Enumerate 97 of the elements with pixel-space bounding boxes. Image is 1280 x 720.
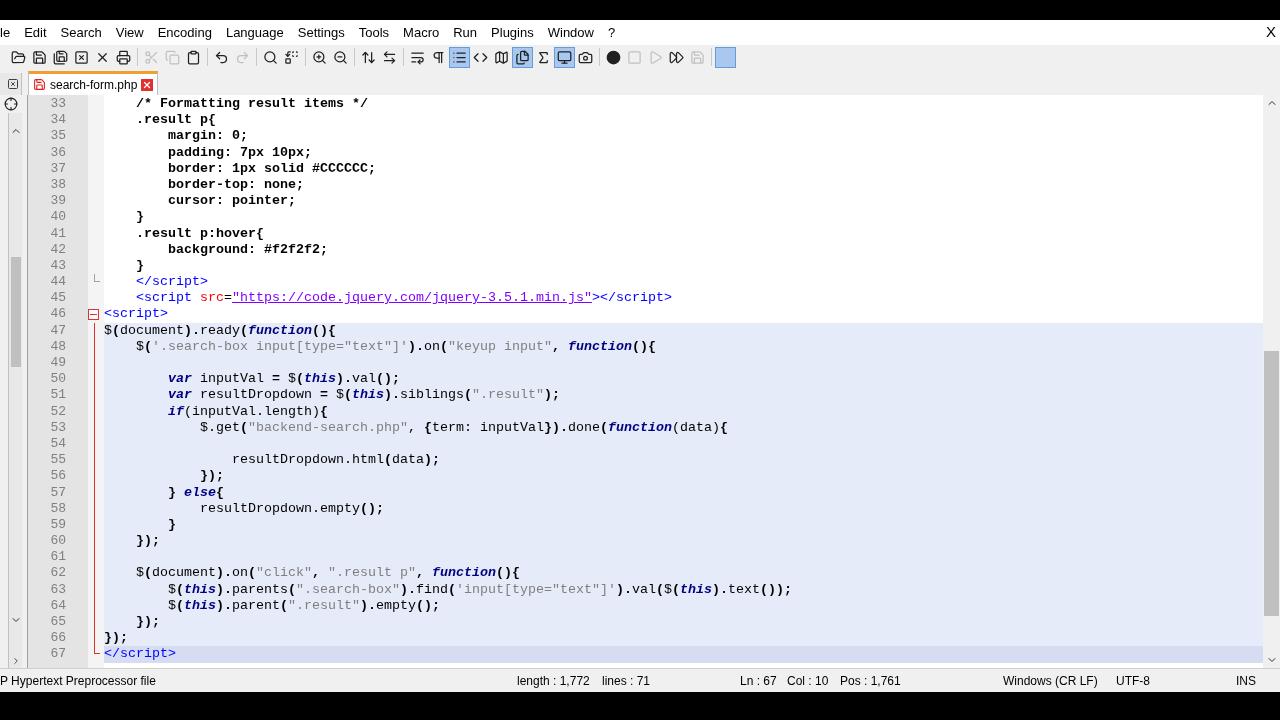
line-number: 45 — [50, 290, 66, 306]
line-number: 57 — [50, 484, 66, 500]
documents-icon — [515, 49, 530, 65]
search-icon — [263, 49, 278, 65]
line-number: 64 — [50, 597, 66, 613]
stop-icon — [627, 49, 642, 65]
line-number: 39 — [50, 193, 66, 209]
line-number: 65 — [50, 614, 66, 629]
toolbar-button[interactable] — [512, 46, 533, 68]
copy-icon — [165, 49, 180, 65]
save-all-icon — [53, 49, 68, 65]
line-number: 58 — [50, 500, 66, 516]
printer-icon — [116, 49, 131, 65]
menu-item[interactable]: Edit — [24, 22, 47, 43]
line-number: 43 — [50, 257, 66, 273]
save-macro-icon — [690, 49, 705, 65]
menu-item[interactable]: Run — [453, 22, 478, 43]
encoding-label: UTF-8 — [1116, 672, 1151, 690]
menu-item[interactable]: Settings — [297, 22, 345, 43]
record-icon — [606, 49, 621, 65]
file-type-label: P Hypertext Preprocessor file — [0, 672, 157, 690]
line-number: 67 — [50, 646, 66, 662]
line-number: 33 — [50, 96, 66, 111]
line-number: 56 — [50, 468, 66, 484]
line-number: 50 — [50, 371, 66, 387]
menu-item[interactable]: le — [0, 22, 11, 43]
menu-item[interactable]: View — [115, 22, 144, 43]
toolbar-button[interactable] — [554, 46, 575, 68]
folder-icon — [11, 49, 26, 65]
line-number: 35 — [50, 128, 66, 144]
menu-item[interactable]: Encoding — [157, 22, 212, 43]
locate-icon — [4, 97, 18, 111]
vertical-sync-icon — [361, 49, 376, 65]
tab-close-button[interactable] — [141, 78, 154, 91]
column-label: Col : 10 — [787, 672, 830, 690]
length-label: length : 1,772 — [517, 672, 591, 690]
line-number: 49 — [50, 355, 66, 370]
menu-item[interactable]: Macro — [403, 22, 440, 43]
pilcrow-icon — [431, 49, 446, 65]
menu-item[interactable]: Search — [60, 22, 102, 43]
redo-icon — [235, 49, 250, 65]
line-number: 44 — [50, 274, 66, 290]
line-number: 66 — [50, 630, 66, 646]
line-ending-label: Windows (CR LF) — [1003, 672, 1099, 690]
camera-icon — [578, 49, 593, 65]
save-icon — [32, 49, 47, 65]
line-number: 40 — [50, 209, 66, 225]
line-number: 53 — [50, 419, 66, 435]
line-number: 55 — [50, 452, 66, 468]
menu-item[interactable]: Window — [547, 22, 594, 43]
scrollbar-thumb[interactable] — [1264, 351, 1279, 616]
line-number: 48 — [50, 338, 66, 354]
scissors-icon — [144, 49, 159, 65]
line-number: 36 — [50, 144, 66, 160]
play-icon — [648, 49, 663, 65]
menu-item[interactable]: ? — [607, 22, 616, 43]
line-number: 62 — [50, 565, 66, 581]
menu-item[interactable]: Tools — [358, 22, 390, 43]
zoom-out-icon — [333, 49, 348, 65]
line-number: 37 — [50, 160, 66, 176]
position-label: Pos : 1,761 — [840, 672, 902, 690]
line-label: Ln : 67 — [740, 672, 778, 690]
menu-item[interactable]: Plugins — [491, 22, 534, 43]
line-number: 51 — [50, 387, 66, 403]
close-icon — [7, 78, 19, 90]
monitor-icon — [557, 49, 572, 65]
file-tab[interactable]: search-form.php — [28, 71, 159, 95]
line-number: 46 — [50, 306, 66, 322]
line-number: 63 — [50, 581, 66, 597]
fold-minus-icon[interactable] — [88, 309, 99, 321]
insert-mode-label: INS — [1236, 672, 1256, 690]
clipboard-icon — [186, 49, 201, 65]
line-number: 34 — [50, 112, 66, 128]
line-number: 60 — [50, 533, 66, 549]
line-number: 38 — [50, 176, 66, 192]
fast-forward-icon — [669, 49, 684, 65]
function-icon — [536, 49, 551, 65]
line-number: 52 — [50, 403, 66, 419]
map-icon — [494, 49, 509, 65]
replace-icon — [284, 49, 299, 65]
toolbar-button[interactable] — [449, 46, 470, 68]
menu-item[interactable]: Language — [225, 22, 284, 43]
lines-label: lines : 71 — [602, 672, 652, 690]
undo-icon — [214, 49, 229, 65]
line-number: 42 — [50, 241, 66, 257]
line-number: 59 — [50, 516, 66, 532]
zoom-in-icon — [312, 49, 327, 65]
line-number: 41 — [50, 225, 66, 241]
close-icon — [74, 49, 89, 65]
wrap-icon — [410, 49, 425, 65]
line-number: 61 — [50, 549, 66, 565]
list-icon — [452, 49, 467, 65]
line-number: 47 — [50, 322, 66, 338]
close-button[interactable]: X — [1266, 21, 1276, 44]
horizontal-sync-icon — [382, 49, 397, 65]
scrollbar-thumb[interactable] — [10, 257, 21, 367]
line-number: 54 — [50, 435, 66, 451]
